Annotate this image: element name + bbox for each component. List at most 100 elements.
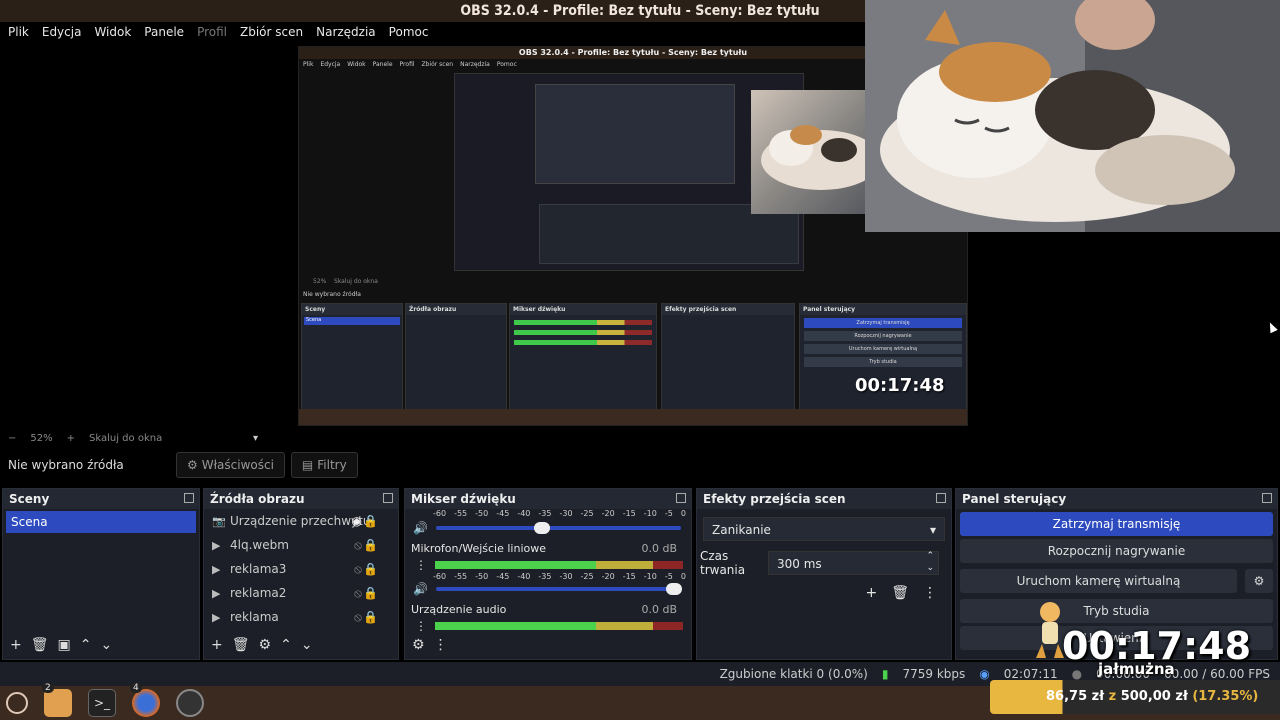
more-icon[interactable]: ⋮ xyxy=(434,637,448,653)
lock-icon[interactable]: 🔒 xyxy=(363,610,378,624)
eye-off-icon[interactable]: ⦸ xyxy=(354,538,362,553)
meter-tick: -55 xyxy=(454,572,468,581)
transitions-dock-header: Efekty przejścia scen xyxy=(697,489,951,509)
nested-menu: Plik Edycja Widok Panele Profil Zbiór scen Nar… xyxy=(303,61,517,68)
more-icon[interactable]: ⋮ xyxy=(415,619,427,633)
filter-icon[interactable]: ▣ xyxy=(58,637,71,653)
meter-tick: -10 xyxy=(643,509,657,518)
sources-dock-header: Źródła obrazu xyxy=(204,489,398,509)
source-row[interactable]: ▶ reklama ⦸ 🔒 xyxy=(204,605,398,629)
spin-icon[interactable]: ⌃ ⌄ xyxy=(926,550,934,574)
chevron-down-icon[interactable]: ⌄ xyxy=(301,637,313,653)
chevron-down-icon[interactable]: ⌄ xyxy=(100,637,112,653)
more-icon[interactable]: ⋮ xyxy=(415,558,427,572)
menu-widok[interactable]: Widok xyxy=(94,22,131,42)
trash-icon[interactable]: 🗑 xyxy=(232,637,250,653)
trash-icon[interactable]: 🗑 xyxy=(31,637,49,653)
zoom-fit-select[interactable]: Skaluj do okna xyxy=(89,433,239,444)
meter-tick: -30 xyxy=(559,572,573,581)
add-icon[interactable]: + xyxy=(865,585,877,601)
firefox-icon[interactable]: 4 xyxy=(130,683,160,717)
zoom-out-button[interactable]: − xyxy=(8,433,16,444)
obs-icon[interactable] xyxy=(176,689,204,717)
volume-icon[interactable]: 🔊 xyxy=(413,582,428,596)
mouse-cursor-icon xyxy=(1266,320,1278,334)
menu-zbior-scen[interactable]: Zbiór scen xyxy=(240,22,303,42)
volume-slider[interactable] xyxy=(435,583,683,595)
stop-stream-button[interactable]: Zatrzymaj transmisję xyxy=(960,512,1273,536)
menu-edycja[interactable]: Edycja xyxy=(42,22,82,42)
gear-icon[interactable]: ⚙ xyxy=(1245,569,1273,593)
duration-spinbox[interactable]: 300 ms ⌃ ⌄ xyxy=(768,551,939,575)
scene-item[interactable]: Scena xyxy=(6,511,196,533)
menu-plik[interactable]: Plik xyxy=(8,22,29,42)
undock-icon[interactable] xyxy=(383,493,393,503)
eye-off-icon[interactable]: ⦸ xyxy=(354,610,362,625)
add-icon[interactable]: + xyxy=(10,637,22,653)
add-icon[interactable]: + xyxy=(211,637,223,653)
virtual-camera-button[interactable]: Uruchom kamerę wirtualną xyxy=(960,569,1237,593)
source-row[interactable]: 📷 Urządzenie przechwytu ◉ 🔒 xyxy=(204,509,398,533)
meter-tick: -5 xyxy=(664,572,673,581)
meter-tick: -40 xyxy=(517,572,531,581)
menu-panele[interactable]: Panele xyxy=(144,22,184,42)
menu-narzedzia[interactable]: Narzędzia xyxy=(316,22,376,42)
terminal-icon[interactable]: >_ xyxy=(88,689,116,717)
volume-slider[interactable] xyxy=(435,522,681,534)
chevron-down-icon: ▾ xyxy=(929,523,936,537)
gear-icon[interactable]: ⚙ xyxy=(412,637,425,653)
files-icon[interactable]: 2 xyxy=(42,683,72,717)
duration-value: 300 ms xyxy=(777,557,822,571)
trash-icon[interactable]: 🗑 xyxy=(891,585,909,601)
chevron-up-icon[interactable]: ⌃ xyxy=(280,637,292,653)
source-row[interactable]: ▶ reklama2 ⦸ 🔒 xyxy=(204,581,398,605)
lock-icon[interactable]: 🔒 xyxy=(363,562,378,576)
transitions-dock: Efekty przejścia scen Zanikanie ▾ Czas tr… xyxy=(696,488,952,660)
undock-icon[interactable] xyxy=(936,493,946,503)
goal-target: 500,00 zł xyxy=(1120,689,1188,704)
meter-ticks: -60 -55 -50 -45 -40 -35 -30 -25 -20 -15 -10 -5 0 xyxy=(433,509,691,518)
meter-tick: -25 xyxy=(580,509,594,518)
lock-icon[interactable]: 🔒 xyxy=(363,586,378,600)
source-row[interactable]: ▶ reklama3 ⦸ 🔒 xyxy=(204,557,398,581)
signal-icon: ▮ xyxy=(881,667,889,681)
eye-off-icon[interactable]: ⦸ xyxy=(354,562,362,577)
more-icon[interactable]: ⋮ xyxy=(923,585,937,601)
meter-ticks: -60 -55 -50 -45 -40 -35 -30 -25 -20 -15 -10 -5 0 xyxy=(433,572,691,581)
transitions-title: Efekty przejścia scen xyxy=(703,492,846,506)
channel-name: Mikrofon/Wejście liniowe xyxy=(411,542,546,555)
channel-name: Urządzenie audio xyxy=(411,603,507,616)
zoom-in-button[interactable]: + xyxy=(67,433,75,444)
scenes-dock-header: Sceny xyxy=(3,489,199,509)
gear-icon[interactable]: ⚙ xyxy=(259,637,272,653)
undock-icon[interactable] xyxy=(184,493,194,503)
power-icon[interactable] xyxy=(6,692,28,714)
transition-select[interactable]: Zanikanie ▾ xyxy=(703,517,945,541)
meter-tick: -35 xyxy=(538,572,552,581)
scenes-toolbar: + 🗑 ▣ ⌃ ⌄ xyxy=(3,635,112,655)
filters-button[interactable]: ▤ Filtry xyxy=(290,452,358,478)
lock-icon[interactable]: 🔒 xyxy=(363,514,378,528)
volume-icon[interactable]: 🔊 xyxy=(413,521,428,535)
meter-tick: -20 xyxy=(601,509,615,518)
bitrate: 7759 kbps xyxy=(902,667,966,681)
meter-tick: 0 xyxy=(680,509,686,518)
undock-icon[interactable] xyxy=(1262,493,1272,503)
eye-icon[interactable]: ◉ xyxy=(352,514,362,528)
undock-icon[interactable] xyxy=(676,493,686,503)
start-recording-button[interactable]: Rozpocznij nagrywanie xyxy=(960,539,1273,563)
no-source-label: Nie wybrano źródła xyxy=(8,458,124,472)
properties-button[interactable]: ⚙ Właściwości xyxy=(176,452,285,478)
source-row[interactable]: ▶ 4lq.webm ⦸ 🔒 xyxy=(204,533,398,557)
eye-off-icon[interactable]: ⦸ xyxy=(354,586,362,601)
sources-dock: Źródła obrazu 📷 Urządzenie przechwytu ◉ 🔒 ▶… xyxy=(203,488,399,660)
camera-feed-small xyxy=(751,90,865,214)
chevron-down-icon[interactable]: ▾ xyxy=(253,433,258,444)
controls-title: Panel sterujący xyxy=(962,492,1067,506)
lock-icon[interactable]: 🔒 xyxy=(363,538,378,552)
goal-percent: (17.35%) xyxy=(1192,689,1259,704)
chevron-up-icon[interactable]: ⌃ xyxy=(80,637,92,653)
audio-meter xyxy=(435,622,683,630)
preview-canvas[interactable]: OBS 32.0.4 - Profile: Bez tytułu - Sceny… xyxy=(0,0,1280,430)
menu-pomoc[interactable]: Pomoc xyxy=(389,22,429,42)
